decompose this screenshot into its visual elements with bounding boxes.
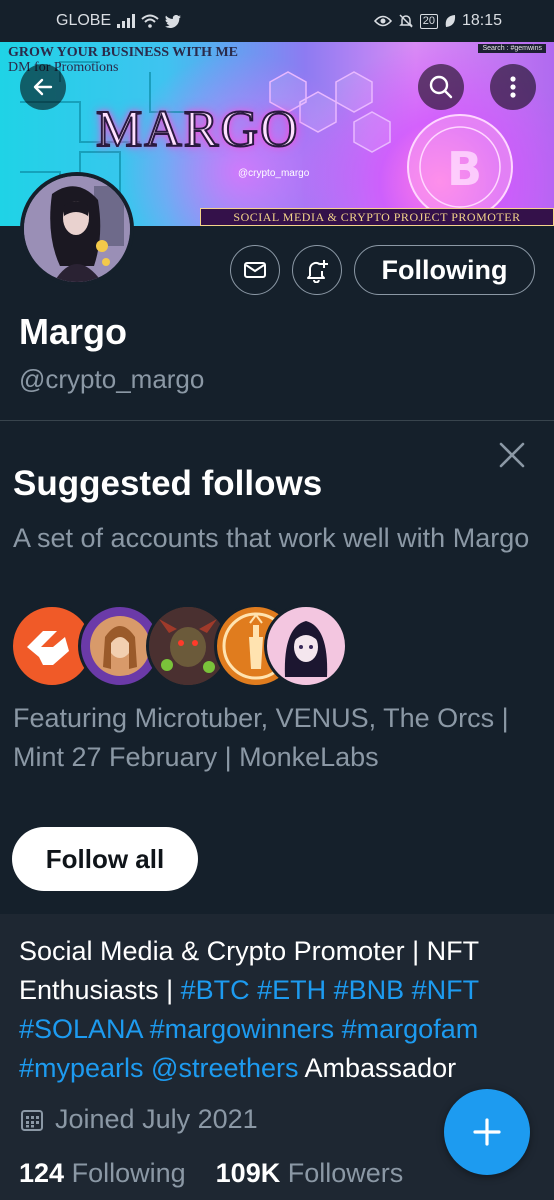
follow-stats: 124 Following 109K Followers <box>19 1158 403 1189</box>
eye-icon <box>373 15 392 27</box>
suggested-description: A set of accounts that work well with Ma… <box>13 523 530 553</box>
banner-handle: @crypto_margo <box>238 168 310 179</box>
signal-icon <box>117 14 136 28</box>
notifications-button[interactable] <box>292 245 342 295</box>
bell-plus-icon <box>307 260 328 283</box>
more-vertical-icon <box>510 76 516 98</box>
mute-bell-icon <box>398 14 413 28</box>
suggested-follows-card: Suggested follows A set of accounts that… <box>0 421 554 914</box>
arrow-left-icon <box>33 78 53 96</box>
leaf-icon <box>445 15 456 27</box>
follow-all-button[interactable]: Follow all <box>12 827 198 891</box>
followers-label: Followers <box>287 1158 404 1188</box>
display-name: Margo <box>19 311 127 352</box>
status-bar: GLOBE 20 18:15 <box>0 0 554 42</box>
back-button[interactable] <box>20 64 66 110</box>
plus-icon <box>473 1118 501 1146</box>
more-options-button[interactable] <box>490 64 536 110</box>
suggested-avatars[interactable] <box>10 604 350 688</box>
following-stat[interactable]: 124 Following <box>19 1158 186 1188</box>
bio-text-end: Ambassador <box>298 1053 457 1083</box>
search-icon <box>429 75 453 99</box>
calendar-icon <box>21 1109 43 1131</box>
followers-count: 109K <box>215 1158 281 1188</box>
wifi-icon <box>141 14 159 28</box>
following-button[interactable]: Following <box>354 245 535 295</box>
search-tag: Search : #gemwins <box>478 44 546 53</box>
compose-button[interactable] <box>444 1089 530 1175</box>
promo-line-1: GROW YOUR BUSINESS WITH ME <box>8 45 239 60</box>
clock: 18:15 <box>461 12 502 29</box>
banner-logo: MARGO <box>95 100 300 159</box>
message-button[interactable] <box>230 245 280 295</box>
following-label: Following <box>71 1158 186 1188</box>
followers-stat[interactable]: 109K Followers <box>216 1158 404 1188</box>
search-button[interactable] <box>418 64 464 110</box>
close-icon[interactable] <box>496 439 528 471</box>
suggested-avatar-5[interactable] <box>264 604 348 688</box>
joined-label: Joined July 2021 <box>55 1104 258 1134</box>
mail-icon <box>244 262 266 278</box>
following-count: 124 <box>19 1158 65 1188</box>
profile-avatar[interactable] <box>20 172 134 286</box>
suggested-title: Suggested follows <box>13 464 323 503</box>
battery-indicator: 20 <box>419 13 438 29</box>
banner-ribbon: SOCIAL MEDIA & CRYPTO PROJECT PROMOTER <box>200 208 554 226</box>
profile-handle: @crypto_margo <box>19 364 205 394</box>
carrier-label: GLOBE <box>56 12 112 29</box>
profile-bio: Social Media & Crypto Promoter | NFT Ent… <box>19 932 539 1088</box>
joined-date: Joined July 2021 <box>19 1104 258 1135</box>
svg-text:B: B <box>447 142 482 196</box>
twitter-bird-icon <box>165 14 182 28</box>
avatar-illustration <box>24 176 130 282</box>
suggested-featuring: Featuring Microtuber, VENUS, The Orcs | … <box>13 703 509 772</box>
